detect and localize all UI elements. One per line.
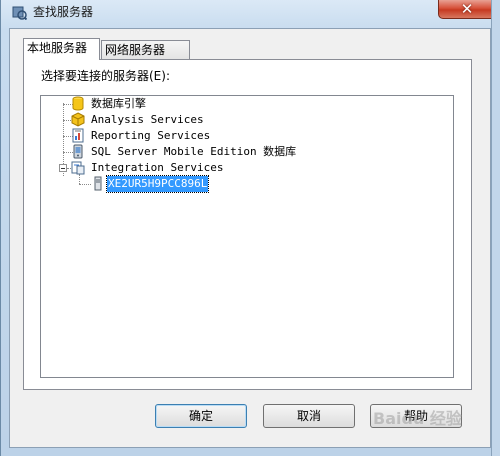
- tab-local-servers[interactable]: 本地服务器: [23, 38, 100, 60]
- window-title: 查找服务器: [33, 5, 94, 19]
- tree-item-integration-services[interactable]: Integration Services: [41, 160, 441, 176]
- tree-item-server[interactable]: XE2UR5H9PCC896L: [41, 175, 441, 193]
- tab-network-servers[interactable]: 网络服务器: [101, 40, 190, 59]
- selected-server-label: XE2UR5H9PCC896L: [105, 175, 210, 193]
- close-button[interactable]: ✕: [438, 0, 496, 19]
- cancel-button[interactable]: 取消: [263, 404, 355, 428]
- mobile-database-icon: [73, 144, 83, 159]
- server-select-prompt: 选择要连接的服务器(E):: [41, 69, 170, 83]
- ok-button[interactable]: 确定: [155, 404, 247, 428]
- tree-item-database-engine[interactable]: 数据库引擎: [41, 96, 441, 112]
- close-icon: ✕: [460, 0, 474, 18]
- tree-item-label: SQL Server Mobile Edition 数据库: [91, 145, 297, 158]
- tree-item-label: 数据库引擎: [91, 97, 146, 110]
- tab-panel-local: 选择要连接的服务器(E): 数据库引擎 Analysis Services Re…: [23, 59, 472, 390]
- title-bar[interactable]: 查找服务器 ✕: [1, 0, 500, 24]
- tree-item-reporting-services[interactable]: Reporting Services: [41, 128, 441, 144]
- dialog-window: 查找服务器 ✕ 本地服务器 网络服务器 选择要连接的服务器(E): 数据库引擎 …: [0, 0, 500, 456]
- tree-item-label: Integration Services: [91, 161, 224, 174]
- collapse-icon[interactable]: [59, 164, 67, 172]
- tree-item-mobile-database[interactable]: SQL Server Mobile Edition 数据库: [41, 144, 441, 160]
- server-app-icon: [12, 6, 27, 20]
- reporting-services-icon: [72, 128, 84, 143]
- watermark-logo: Baidu 经验: [373, 409, 462, 428]
- window-edge: [491, 0, 500, 456]
- server-tree[interactable]: 数据库引擎 Analysis Services Reporting Servic: [40, 95, 454, 378]
- tree-item-analysis-services[interactable]: Analysis Services: [41, 112, 441, 128]
- database-engine-icon: [72, 96, 84, 111]
- integration-services-icon: [71, 161, 85, 175]
- tree-item-label: Analysis Services: [91, 113, 204, 126]
- analysis-services-icon: [71, 112, 85, 127]
- server-icon: [94, 176, 102, 191]
- tree-item-label: Reporting Services: [91, 129, 211, 142]
